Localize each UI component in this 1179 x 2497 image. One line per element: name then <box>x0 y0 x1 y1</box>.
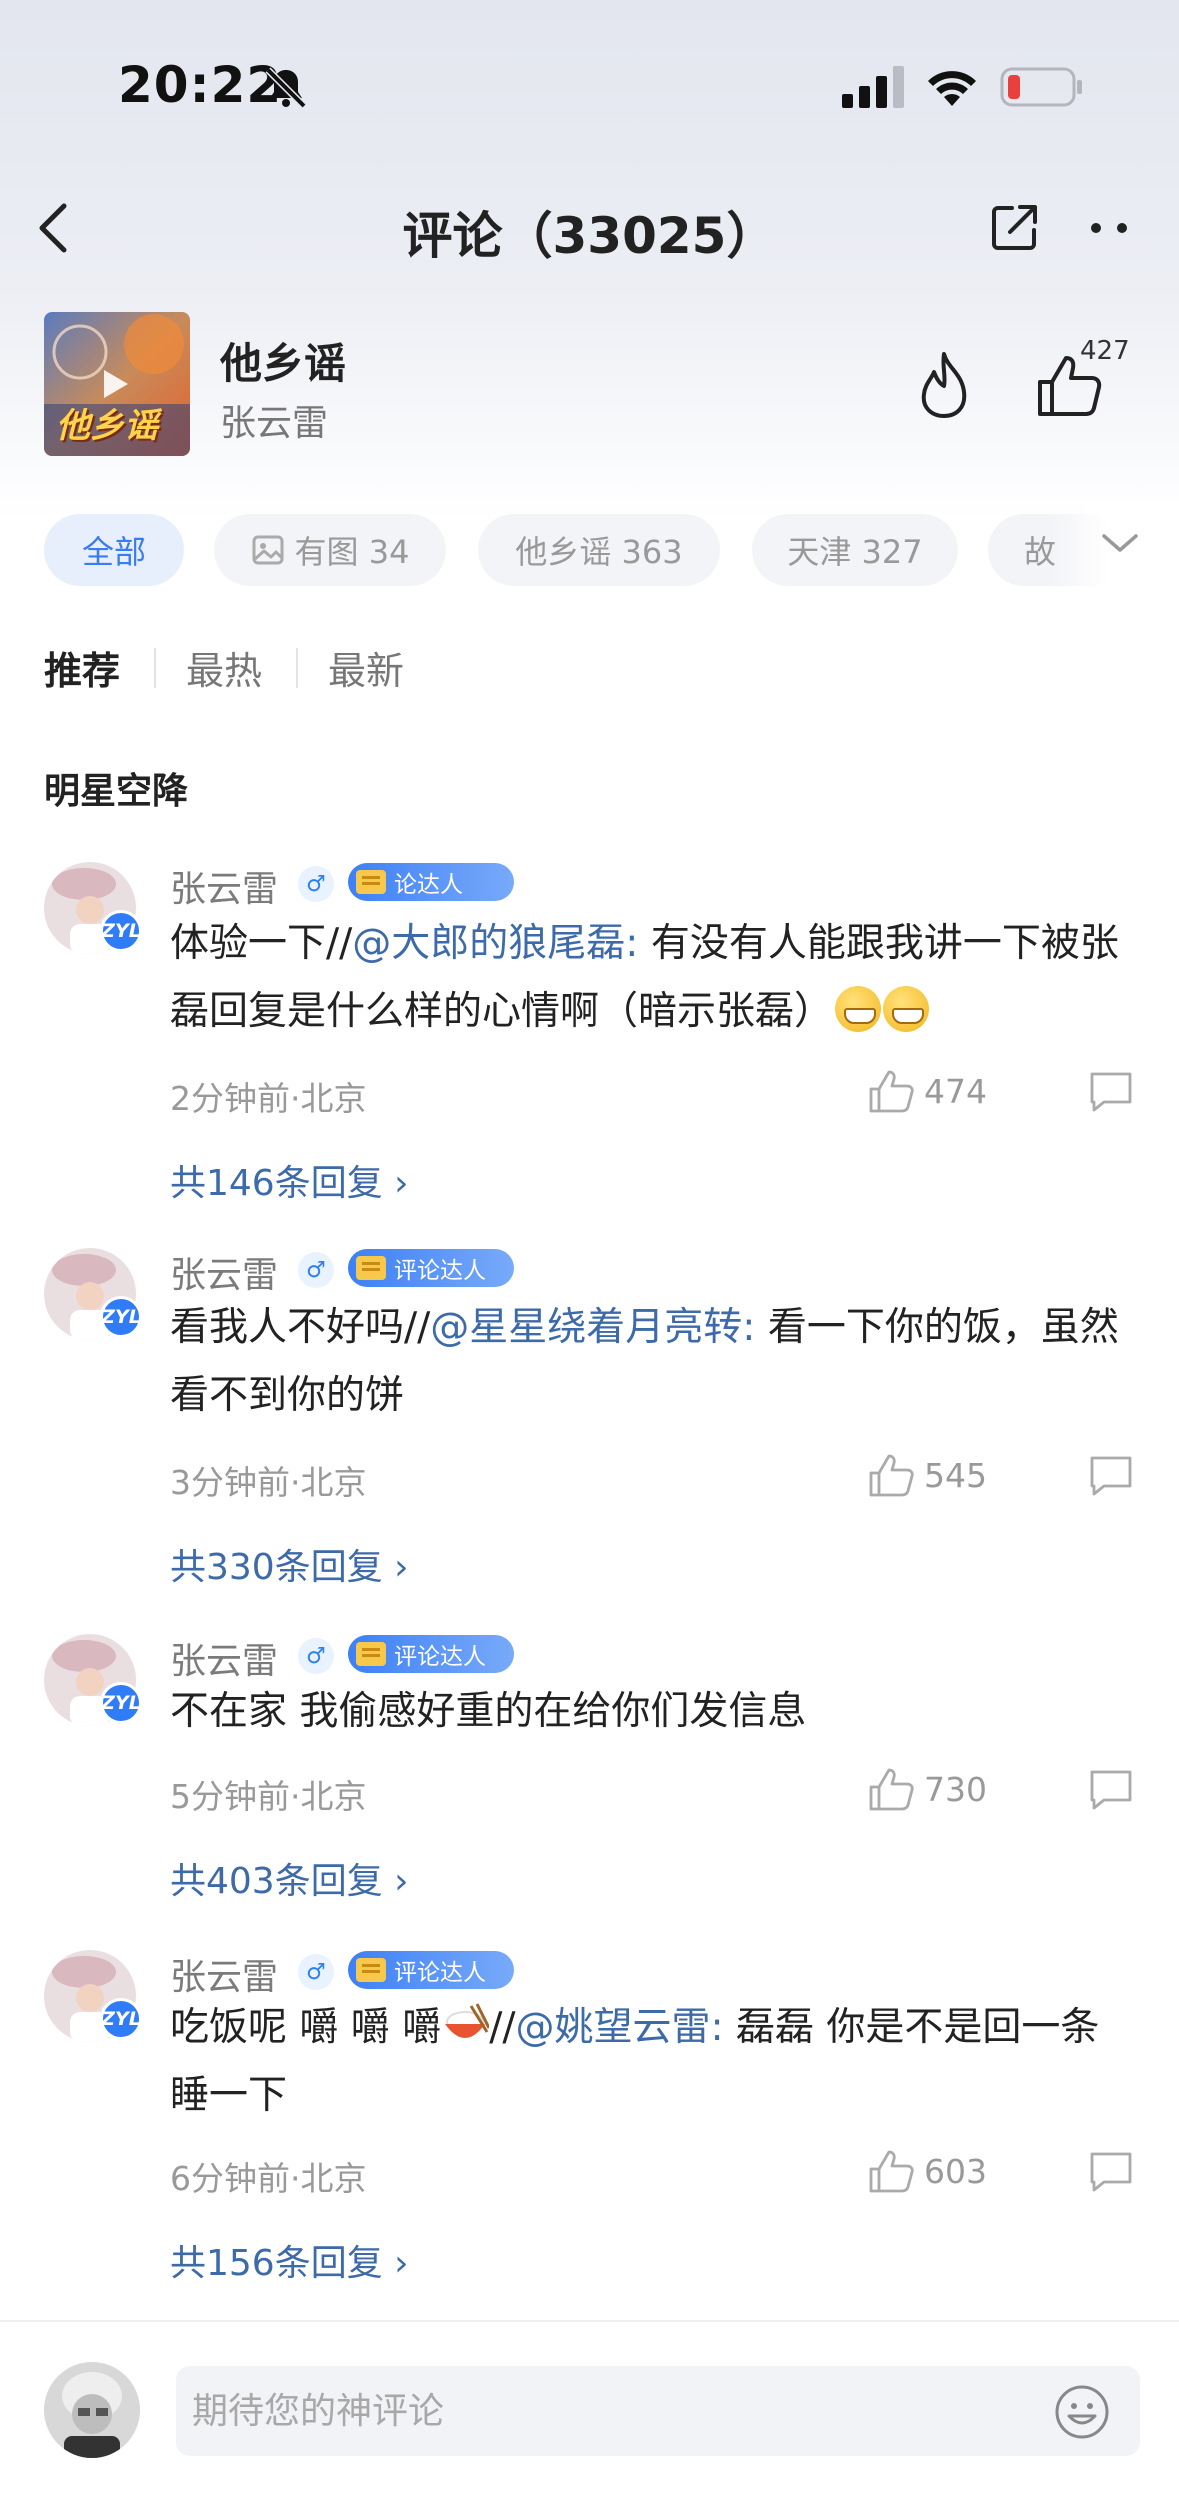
reply-icon[interactable] <box>1088 1768 1134 1812</box>
battery-low-icon <box>1000 67 1082 107</box>
comment-author[interactable]: 张云雷 <box>170 860 278 912</box>
status-time: 20:22 <box>118 56 283 114</box>
tab-divider <box>296 648 298 688</box>
comment-meta: 3分钟前·北京 <box>170 1463 367 1502</box>
comment-item: ZYL 张云雷 ♂ 评论达人 不在家 我偷感好重的在给你们发信息 5分钟前·北京… <box>0 1630 1179 1910</box>
cellular-signal-icon <box>842 66 904 108</box>
song-title[interactable]: 他乡谣 <box>220 330 346 391</box>
thumb-up-icon[interactable] <box>868 1452 914 1498</box>
chevron-down-icon[interactable] <box>1098 528 1142 558</box>
commenter-badge[interactable]: 评论达人 <box>348 1951 514 1989</box>
comment-text-before: 吃饭呢 嚼 嚼 嚼 <box>170 2005 442 2050</box>
chip-tag-tianjin[interactable]: 天津 327 <box>752 514 958 586</box>
chip-label: 天津 327 <box>787 533 923 571</box>
fire-icon[interactable] <box>912 350 976 420</box>
song-like-count: 427 <box>1080 336 1130 366</box>
share-icon[interactable] <box>988 200 1042 254</box>
like-count: 474 <box>924 1072 987 1111</box>
thumb-up-icon[interactable] <box>868 2148 914 2194</box>
like-count: 730 <box>924 1770 987 1809</box>
section-title: 明星空降 <box>44 771 189 812</box>
like-count: 545 <box>924 1456 987 1495</box>
verified-badge: ZYL <box>100 1682 142 1724</box>
comment-author[interactable]: 张云雷 <box>170 1246 278 1298</box>
view-replies-link[interactable]: 共330条回复 › <box>170 1538 409 1590</box>
comment-author[interactable]: 张云雷 <box>170 1948 278 2000</box>
comment-text[interactable]: 体验一下//@大郎的狼尾磊: 有没有人能跟我讲一下被张磊回复是什么样的心情啊（暗… <box>170 910 1130 1046</box>
badge-icon <box>356 870 386 894</box>
more-icon[interactable] <box>1086 218 1134 238</box>
chip-tag-taxiangyao[interactable]: 他乡谣 363 <box>478 514 720 586</box>
comment-item: ZYL 张云雷 ♂ 评论达人 看我人不好吗//@星星绕着月亮转: 看一下你的饭，… <box>0 1244 1179 1594</box>
view-replies-link[interactable]: 共146条回复 › <box>170 1154 409 1206</box>
commenter-badge[interactable]: 评论达人 <box>348 1249 514 1287</box>
badge-label: 评论达人 <box>394 1960 486 1986</box>
wifi-icon <box>928 71 976 106</box>
emoji-picker-icon[interactable] <box>1054 2384 1110 2440</box>
view-replies-link[interactable]: 共403条回复 › <box>170 1852 409 1904</box>
comment-text-before: 看我人不好吗// <box>170 1305 431 1350</box>
bell-muted-icon <box>265 67 307 109</box>
rice-bowl-emoji-icon <box>445 2003 490 2038</box>
bottom-divider <box>0 2320 1179 2322</box>
comment-item: ZYL 张云雷 ♂ 论达人 体验一下//@大郎的狼尾磊: 有没有人能跟我讲一下被… <box>0 858 1179 1208</box>
tab-hottest[interactable]: 最热 <box>186 640 262 695</box>
male-icon: ♂ <box>298 1638 334 1674</box>
comment-text-before: 体验一下// <box>170 921 353 966</box>
thumb-up-icon[interactable] <box>868 1068 914 1114</box>
comment-author[interactable]: 张云雷 <box>170 1632 278 1684</box>
chip-label: 他乡谣 363 <box>515 533 683 571</box>
tab-recommended[interactable]: 推荐 <box>44 640 120 695</box>
commenter-badge[interactable]: 论达人 <box>348 863 514 901</box>
comment-mention[interactable]: @大郎的狼尾磊: <box>352 921 638 966</box>
reply-icon[interactable] <box>1088 1454 1134 1498</box>
verified-badge: ZYL <box>100 1998 142 2040</box>
comment-meta: 2分钟前·北京 <box>170 1079 367 1118</box>
male-icon: ♂ <box>298 866 334 902</box>
comment-input[interactable] <box>176 2366 1140 2456</box>
comment-meta: 6分钟前·北京 <box>170 2159 367 2198</box>
reply-icon[interactable] <box>1088 2150 1134 2194</box>
chip-label: 有图 34 <box>294 533 410 571</box>
like-count: 603 <box>924 2152 987 2191</box>
badge-label: 评论达人 <box>394 1258 486 1284</box>
comment-meta: 5分钟前·北京 <box>170 1777 367 1816</box>
comment-mention-prefix: // <box>489 2005 516 2050</box>
reply-icon[interactable] <box>1088 1070 1134 1114</box>
grin-emoji-icon <box>883 986 930 1032</box>
tab-newest[interactable]: 最新 <box>328 640 404 695</box>
image-icon <box>252 535 284 565</box>
chip-with-images[interactable]: 有图 34 <box>214 514 446 586</box>
comment-text[interactable]: 看我人不好吗//@星星绕着月亮转: 看一下你的饭，虽然看不到你的饼 <box>170 1294 1130 1430</box>
tab-divider <box>154 648 156 688</box>
comment-item: ZYL 张云雷 ♂ 评论达人 吃饭呢 嚼 嚼 嚼//@姚望云雷: 磊磊 你是不是… <box>0 1946 1179 2286</box>
grin-emoji-icon <box>835 986 882 1032</box>
badge-icon <box>356 1642 386 1666</box>
status-bar: 20:22 <box>0 0 1179 170</box>
comment-mention[interactable]: @姚望云雷: <box>515 2005 723 2050</box>
male-icon: ♂ <box>298 1252 334 1288</box>
badge-label: 评论达人 <box>394 1644 486 1670</box>
commenter-badge[interactable]: 评论达人 <box>348 1635 514 1673</box>
comment-text[interactable]: 吃饭呢 嚼 嚼 嚼//@姚望云雷: 磊磊 你是不是回一条睡一下 <box>170 1994 1130 2130</box>
song-cover[interactable]: 他乡谣 <box>44 312 190 456</box>
my-avatar-image <box>44 2362 140 2458</box>
comment-text[interactable]: 不在家 我偷感好重的在给你们发信息 <box>170 1678 1130 1746</box>
thumb-up-icon[interactable] <box>868 1766 914 1812</box>
badge-icon <box>356 1958 386 1982</box>
verified-badge: ZYL <box>100 910 142 952</box>
comment-text-before: 不在家 我偷感好重的在给你们发信息 <box>170 1689 807 1734</box>
view-replies-link[interactable]: 共156条回复 › <box>170 2234 409 2286</box>
badge-icon <box>356 1256 386 1280</box>
my-avatar[interactable] <box>44 2362 140 2458</box>
comment-mention[interactable]: @星星绕着月亮转: <box>430 1305 755 1350</box>
chip-all[interactable]: 全部 <box>44 514 184 586</box>
verified-badge: ZYL <box>100 1296 142 1338</box>
song-cover-text: 他乡谣 <box>56 406 158 446</box>
badge-label: 论达人 <box>394 872 463 898</box>
chip-label: 全部 <box>81 533 146 571</box>
male-icon: ♂ <box>298 1954 334 1990</box>
song-artist[interactable]: 张云雷 <box>220 394 328 446</box>
